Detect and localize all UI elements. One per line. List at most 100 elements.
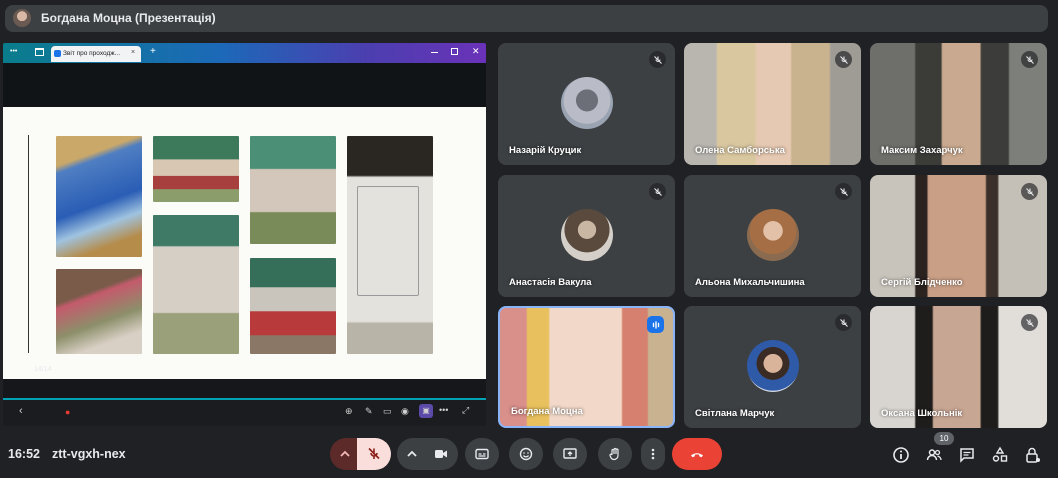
prev-slide-icon[interactable]: ‹ (19, 405, 23, 417)
page-indicator: 14/14 (34, 366, 52, 373)
maximize-icon[interactable] (451, 48, 458, 55)
participant-name: Богдана Моцна (511, 406, 583, 417)
captions-button[interactable] (465, 438, 499, 470)
photo-sketch (347, 136, 433, 354)
home-icon[interactable] (35, 48, 44, 56)
screen-share-icon[interactable]: ▣ (419, 404, 433, 418)
mic-off-icon (1021, 314, 1038, 331)
chat-icon (960, 448, 974, 463)
end-call-icon (691, 453, 703, 458)
present-screen-icon (563, 448, 577, 459)
participant-tile[interactable]: Назарій Круцик (498, 43, 675, 165)
photo-class-group (153, 136, 239, 202)
new-tab-icon[interactable]: + (150, 46, 156, 57)
slide-margin-bottom (3, 379, 486, 398)
participant-tile[interactable]: Сергій Блідченко (870, 175, 1047, 297)
participant-name: Сергій Блідченко (881, 277, 963, 288)
participant-tile[interactable]: Оксана Школьнік (870, 306, 1047, 428)
participant-tile[interactable]: Світлана Марчук (684, 306, 861, 428)
photo-students-drawings (250, 136, 336, 244)
pen-icon[interactable]: ✎ (365, 406, 373, 417)
more-vert-icon (651, 448, 655, 460)
clock: 16:52 (8, 447, 40, 461)
participant-name: Альона Михальчишина (695, 277, 805, 288)
avatar (560, 209, 613, 261)
mic-off-icon (835, 314, 852, 331)
hand-icon (609, 447, 619, 461)
meeting-code: ztt-vgxh-nex (52, 447, 126, 461)
participant-tile-active[interactable]: Богдана Моцна (498, 306, 675, 428)
record-icon[interactable]: ● (65, 407, 70, 417)
presenter-avatar (13, 9, 31, 27)
tab-favicon-icon (54, 50, 61, 57)
photo-painting (56, 136, 142, 257)
avatar (560, 77, 613, 129)
camera-toggle-button[interactable] (424, 438, 458, 470)
slide-margin (3, 63, 486, 107)
photo-classroom-desk (56, 269, 142, 354)
camera-icon (435, 450, 447, 458)
browser-title-bar: ••• Звіт про проходж... × + ✕ (3, 43, 486, 63)
more-dots-icon[interactable]: ••• (10, 48, 17, 55)
participant-name: Назарій Круцик (509, 145, 582, 156)
speaking-indicator-icon (647, 316, 664, 333)
presentation-view: ••• Звіт про проходж... × + ✕ ‹ ● ⊕ ✎ ▭ … (3, 43, 486, 426)
mic-off-icon (368, 447, 380, 460)
participant-name: Світлана Марчук (695, 408, 775, 419)
mic-off-icon (649, 183, 666, 200)
browser-tab[interactable]: Звіт про проходж... × (51, 46, 141, 62)
chat-button[interactable] (956, 444, 978, 466)
people-button[interactable] (923, 444, 945, 466)
slide (3, 107, 486, 379)
lock-person-icon (1026, 447, 1040, 463)
mic-off-icon (1021, 51, 1038, 68)
participant-tile[interactable]: Анастасія Вакула (498, 175, 675, 297)
avatar (746, 209, 799, 261)
tab-title: Звіт про проходж... (63, 50, 121, 57)
fullscreen-icon[interactable]: ⤢ (462, 405, 469, 416)
photo-students-posters (153, 215, 239, 354)
emoji-icon (519, 447, 533, 461)
mic-off-icon (835, 51, 852, 68)
reactions-button[interactable] (509, 438, 543, 470)
activities-icon (992, 446, 1008, 462)
tab-close-icon[interactable]: × (131, 49, 135, 56)
avatar (746, 340, 799, 392)
raise-hand-button[interactable] (598, 438, 632, 470)
participant-tile[interactable]: Альона Михальчишина (684, 175, 861, 297)
mic-options-button[interactable] (330, 438, 360, 470)
activities-button[interactable] (989, 444, 1011, 466)
subtitles-icon[interactable]: ▭ (383, 406, 392, 417)
participant-name: Анастасія Вакула (509, 277, 592, 288)
chevron-up-icon (407, 450, 417, 457)
host-controls-button[interactable] (1022, 444, 1044, 466)
zoom-icon[interactable]: ⊕ (345, 406, 353, 417)
people-icon (926, 449, 942, 461)
mic-toggle-button[interactable] (357, 438, 391, 470)
slide-divider (28, 135, 29, 353)
minimize-icon[interactable] (431, 52, 438, 53)
mic-off-icon (649, 51, 666, 68)
slideshow-controls: ‹ ● ⊕ ✎ ▭ ◉ ▣ ••• ⤢ (3, 400, 486, 426)
camera-options-button[interactable] (397, 438, 427, 470)
sketch-drawing (357, 186, 419, 296)
meeting-details-button[interactable] (890, 444, 912, 466)
top-bar: Богдана Моцна (Презентація) (0, 0, 1058, 36)
chevron-up-icon (340, 450, 350, 457)
audio-icon[interactable]: ◉ (401, 406, 409, 417)
window-close-icon[interactable]: ✕ (472, 46, 480, 57)
mic-off-icon (1021, 183, 1038, 200)
info-icon (893, 447, 909, 463)
leave-call-button[interactable] (672, 438, 722, 470)
presenter-title: Богдана Моцна (Презентація) (41, 11, 216, 25)
photo-two-students (250, 258, 336, 354)
more-options-button[interactable] (641, 438, 665, 470)
participant-tile[interactable]: Максим Захарчук (870, 43, 1047, 165)
participant-name: Максим Захарчук (881, 145, 963, 156)
participant-name: Олена Самборська (695, 145, 785, 156)
more-options-icon[interactable]: ••• (439, 405, 448, 415)
present-button[interactable] (553, 438, 587, 470)
mic-off-icon (835, 183, 852, 200)
participant-tile[interactable]: Олена Самборська (684, 43, 861, 165)
captions-icon (475, 448, 489, 460)
